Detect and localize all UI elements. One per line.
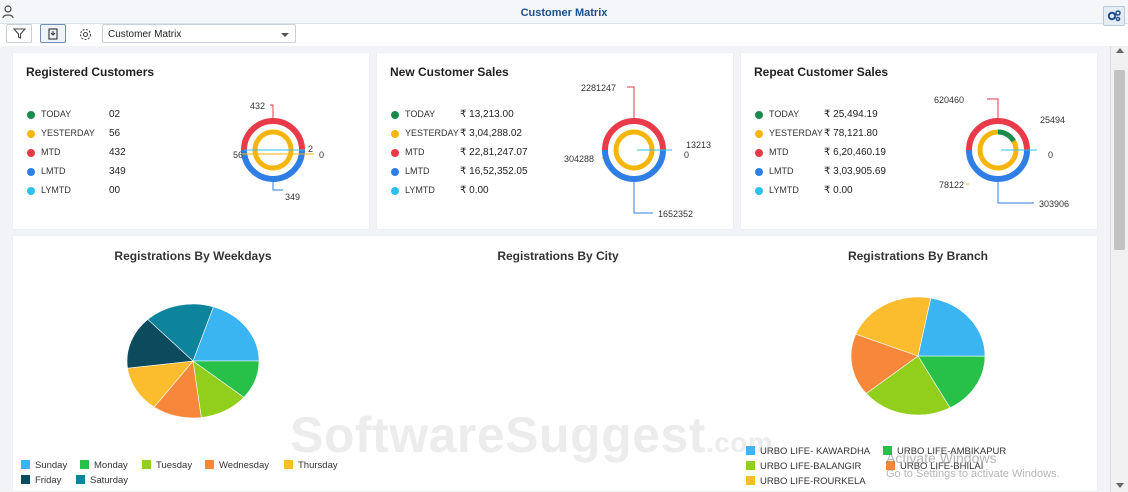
legend-item-sunday[interactable]: Sunday bbox=[21, 460, 67, 471]
gear-icon bbox=[79, 28, 91, 40]
donut-annotation: 620460 bbox=[934, 95, 965, 105]
view-select-value: Customer Matrix bbox=[108, 29, 182, 40]
legend-label: Friday bbox=[35, 475, 62, 486]
donut-annotation: 0 bbox=[1048, 150, 1054, 160]
vertical-scrollbar[interactable] bbox=[1110, 46, 1128, 492]
donut-annotation: 0 bbox=[319, 150, 325, 160]
scroll-down-icon[interactable] bbox=[1116, 483, 1124, 488]
filter-button[interactable] bbox=[6, 24, 32, 43]
watermark: SoftwareSuggest.com bbox=[290, 406, 773, 464]
donut-annotation: 78122 bbox=[939, 180, 965, 190]
annotation-line bbox=[627, 86, 635, 118]
donut-annotation: 349 bbox=[285, 192, 301, 202]
summary-card: New Customer Sales TODAY ₹ 13,213.00 YESTER… bbox=[376, 52, 734, 230]
legend-swatch bbox=[142, 460, 151, 469]
legend-swatch bbox=[21, 460, 30, 469]
export-icon bbox=[48, 27, 58, 40]
donut-annotation: 13213 bbox=[686, 140, 712, 150]
window-title: Customer Matrix bbox=[520, 7, 608, 19]
branch-title: Registrations By Branch bbox=[847, 249, 989, 263]
watermark-text: SoftwareSuggest bbox=[290, 407, 706, 463]
legend-label: Monday bbox=[94, 460, 128, 471]
legend-item-monday[interactable]: Monday bbox=[80, 460, 128, 471]
dashboard-content: Registered Customers TODAY 02 YESTERDAY 56 MT… bbox=[0, 46, 1110, 492]
legend-item-friday[interactable]: Friday bbox=[21, 475, 61, 486]
donut-segment bbox=[966, 149, 1030, 182]
view-select[interactable]: Customer Matrix bbox=[102, 24, 296, 43]
donut-annotation: 2281247 bbox=[581, 83, 617, 93]
legend-item-saturday[interactable]: Saturday bbox=[76, 475, 128, 486]
legend-item-tuesday[interactable]: Tuesday bbox=[142, 460, 192, 471]
donut-annotation: 0 bbox=[684, 150, 690, 160]
scroll-up-icon[interactable] bbox=[1116, 48, 1124, 53]
legend-item-urbo-life-rourkela[interactable]: URBO LIFE-ROURKELA bbox=[746, 476, 866, 487]
activate-line-2: Go to Settings to activate Windows. bbox=[886, 468, 1060, 480]
legend-label: Saturday bbox=[90, 475, 129, 486]
annotation-line bbox=[270, 104, 274, 118]
legend-swatch bbox=[205, 460, 214, 469]
donut-chart bbox=[602, 86, 672, 214]
cogs-icon bbox=[1107, 10, 1121, 22]
donut-annotation: 303906 bbox=[1039, 199, 1070, 209]
activate-line-1: Activate Windows bbox=[886, 450, 997, 466]
toolbar: Customer Matrix bbox=[0, 24, 1100, 44]
weekdays-pie-chart bbox=[126, 303, 260, 419]
annotation-line bbox=[633, 182, 653, 214]
cogs-button[interactable] bbox=[1103, 6, 1125, 26]
scroll-thumb[interactable] bbox=[1114, 70, 1125, 250]
donut-segment bbox=[241, 118, 305, 151]
donut-segment bbox=[602, 149, 666, 182]
donut-segment bbox=[602, 118, 666, 151]
donut-annotation: 2 bbox=[308, 144, 314, 154]
legend-swatch bbox=[21, 475, 30, 484]
donut-annotation: 1652352 bbox=[658, 209, 694, 219]
weekdays-title: Registrations By Weekdays bbox=[114, 249, 272, 263]
branch-pie-chart bbox=[850, 296, 986, 416]
summary-card: Repeat Customer Sales TODAY ₹ 25,494.19 YES… bbox=[740, 52, 1098, 230]
title-bar: Customer Matrix bbox=[0, 0, 1128, 26]
filter-icon bbox=[12, 28, 26, 39]
export-button[interactable] bbox=[40, 24, 66, 43]
donut-chart bbox=[241, 104, 314, 191]
legend-swatch bbox=[76, 475, 85, 484]
chevron-down-icon bbox=[281, 33, 289, 37]
legend-label: Tuesday bbox=[156, 460, 193, 471]
donut-annotation: 25494 bbox=[1040, 115, 1066, 125]
settings-button[interactable] bbox=[76, 26, 94, 42]
donut-annotation: 432 bbox=[250, 101, 266, 111]
donut-annotation: 56 bbox=[233, 150, 244, 160]
donut-annotation: 304288 bbox=[564, 154, 595, 164]
annotation-line bbox=[987, 98, 999, 118]
summary-card: Registered Customers TODAY 02 YESTERDAY 56 MT… bbox=[12, 52, 370, 230]
legend-label: Wednesday bbox=[219, 460, 269, 471]
activate-windows-overlay: Activate Windows Go to Settings to activ… bbox=[886, 450, 1060, 480]
legend-label: URBO LIFE-ROURKELA bbox=[760, 476, 866, 487]
donut-segment bbox=[966, 118, 1030, 151]
legend-swatch bbox=[80, 460, 89, 469]
legend-label: URBO LIFE- KAWARDHA bbox=[760, 446, 871, 457]
city-title: Registrations By City bbox=[497, 249, 619, 263]
annotation-line bbox=[997, 182, 1034, 204]
legend-label: Sunday bbox=[35, 460, 68, 471]
watermark-suffix: .com bbox=[705, 427, 774, 458]
annotation-line bbox=[272, 182, 283, 191]
legend-item-wednesday[interactable]: Wednesday bbox=[205, 460, 269, 471]
legend-swatch bbox=[746, 476, 755, 485]
legend-label: URBO LIFE-BALANGIR bbox=[760, 461, 862, 472]
